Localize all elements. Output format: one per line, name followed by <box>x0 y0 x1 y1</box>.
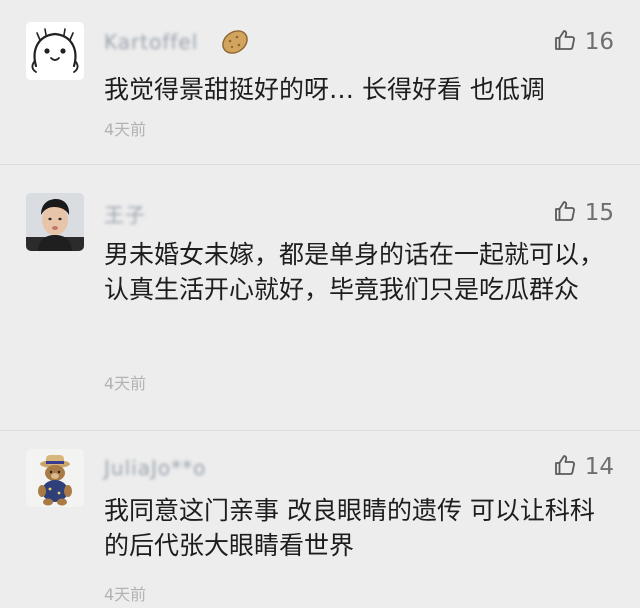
like-button[interactable]: 16 <box>553 28 614 56</box>
comment-item: 王子 15 男未婚女未嫁，都是单身的话在一起就可以，认真生活开心就好，毕竟我们只… <box>0 165 640 430</box>
username[interactable]: 王子 <box>104 199 146 228</box>
comment-text: 我同意这门亲事 改良眼睛的遗传 可以让科科的后代张大眼睛看世界 <box>104 496 595 560</box>
comment-time: 4天前 <box>104 374 147 393</box>
cartoon-face-icon <box>26 22 84 80</box>
comment-list: Kartoffel 16 我觉得景甜挺好的呀… 长得好看 也低调 4天前 王子 … <box>0 0 640 608</box>
username[interactable]: JuliaJo**o <box>104 456 206 480</box>
potato-icon <box>218 26 252 62</box>
comment-time: 4天前 <box>104 120 147 139</box>
like-button[interactable]: 15 <box>553 199 614 227</box>
like-count: 16 <box>584 29 614 55</box>
comment-text: 我觉得景甜挺好的呀… 长得好看 也低调 <box>104 75 545 104</box>
username[interactable]: Kartoffel <box>104 30 198 54</box>
comment-text: 男未婚女未嫁，都是单身的话在一起就可以，认真生活开心就好，毕竟我们只是吃瓜群众 <box>104 240 605 304</box>
teddy-bear-avatar <box>26 449 84 507</box>
like-count: 15 <box>584 200 614 226</box>
thumbs-up-icon <box>553 199 577 227</box>
comment-time: 4天前 <box>104 585 147 604</box>
like-button[interactable]: 14 <box>553 453 614 481</box>
comment-item: Kartoffel 16 我觉得景甜挺好的呀… 长得好看 也低调 4天前 <box>0 0 640 165</box>
avatar[interactable] <box>26 449 84 507</box>
thumbs-up-icon <box>553 28 577 56</box>
comment-item: JuliaJo**o 14 我同意这门亲事 改良眼睛的遗传 可以让科科的后代张大… <box>0 431 640 608</box>
avatar[interactable] <box>26 22 84 80</box>
avatar[interactable] <box>26 193 84 251</box>
person-photo-avatar <box>26 193 84 251</box>
thumbs-up-icon <box>553 453 577 481</box>
like-count: 14 <box>584 454 614 480</box>
